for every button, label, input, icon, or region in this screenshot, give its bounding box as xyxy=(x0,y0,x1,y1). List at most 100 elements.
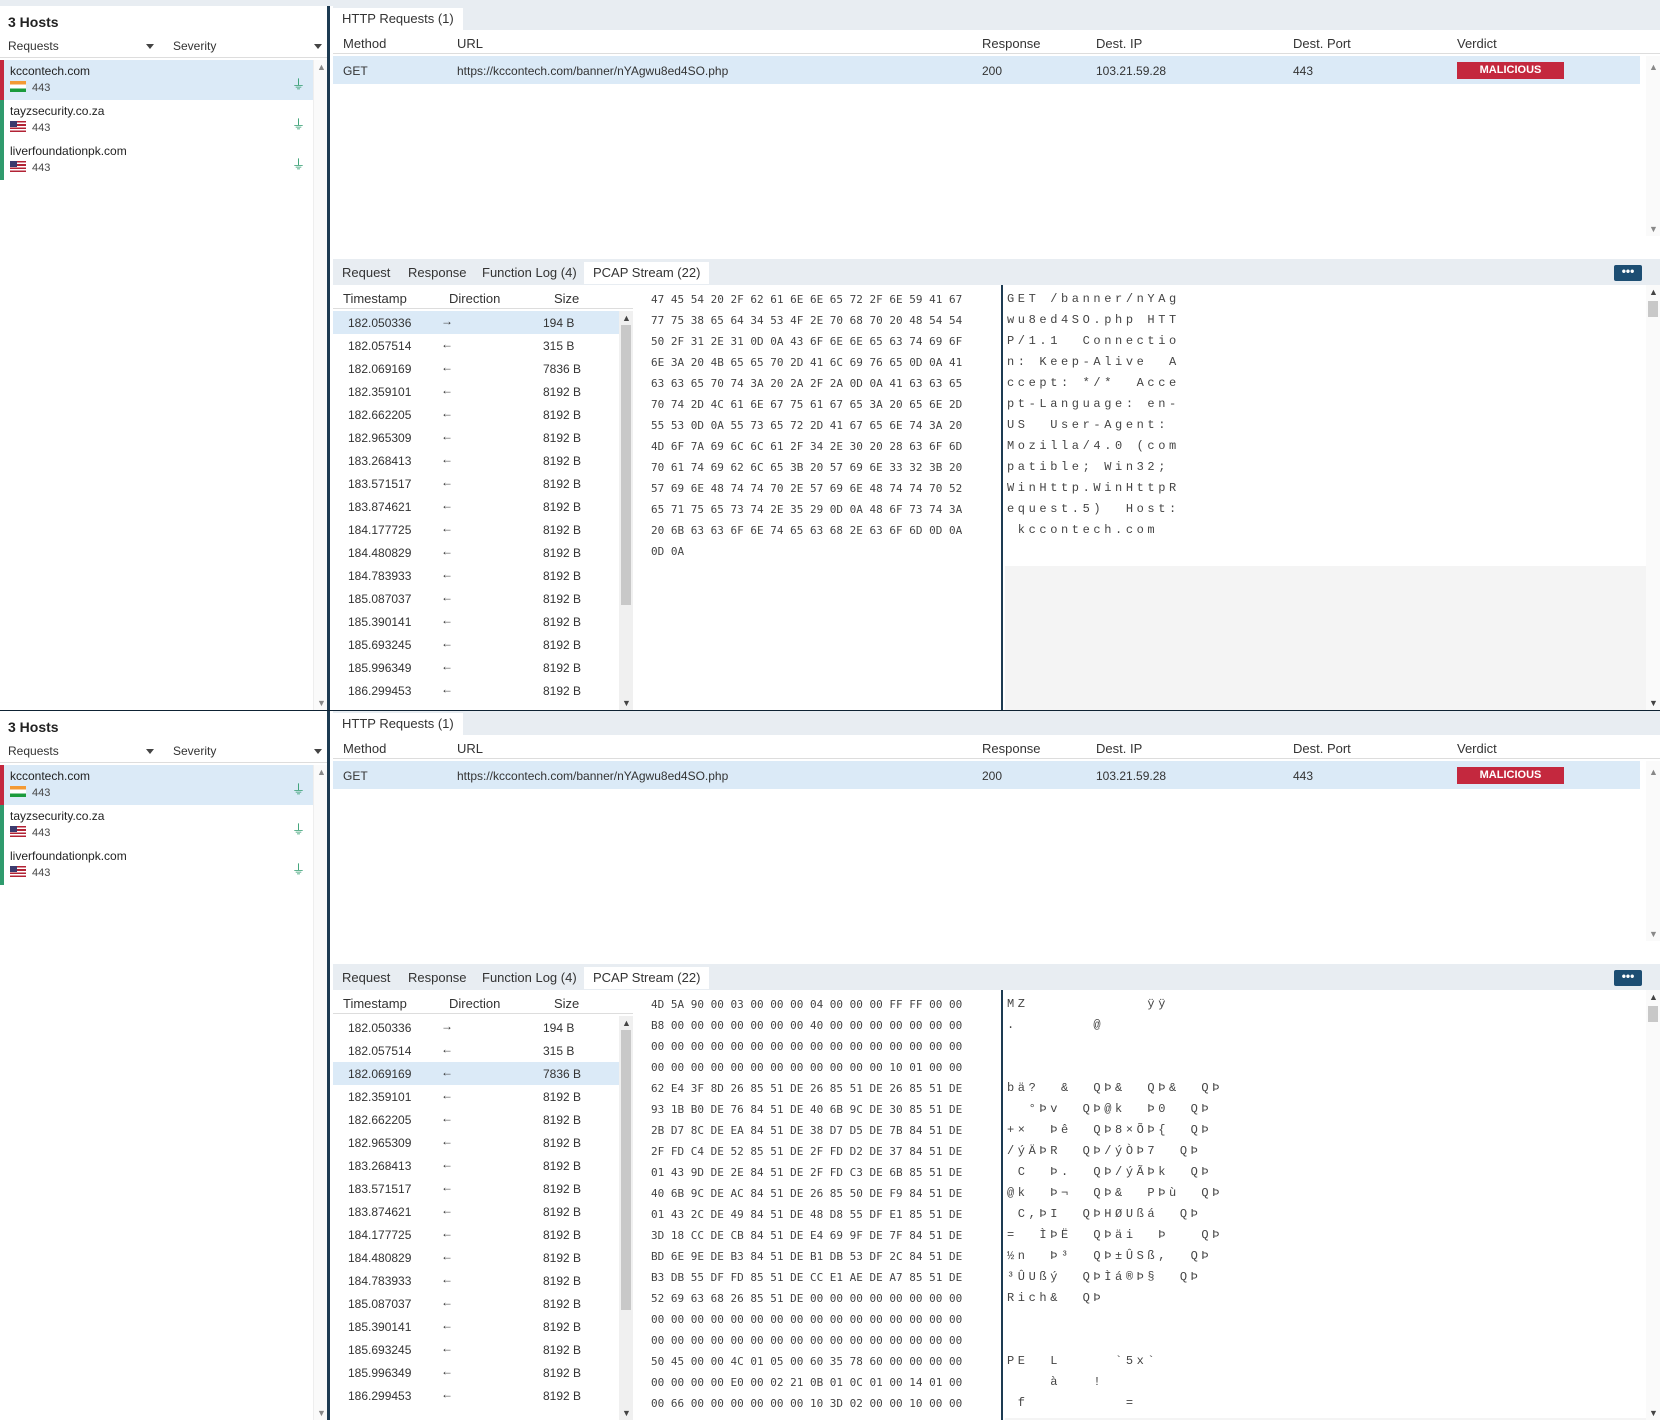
tab-http-requests[interactable]: HTTP Requests (1) xyxy=(333,713,463,735)
table-row[interactable]: 183.571517 ← 8192 B xyxy=(333,1177,619,1200)
scroll-up-icon[interactable]: ▲ xyxy=(317,62,326,72)
hosts-scrollbar[interactable]: ▲ ▼ xyxy=(313,765,327,1420)
table-row[interactable]: 184.783933 ← 8192 B xyxy=(333,1269,619,1292)
requests-filter[interactable]: Requests xyxy=(8,744,158,758)
col-method[interactable]: Method xyxy=(343,36,386,51)
table-row[interactable]: 182.057514 ← 315 B xyxy=(333,1039,619,1062)
table-row[interactable]: 182.662205 ← 8192 B xyxy=(333,403,619,426)
table-row[interactable]: 185.693245 ← 8192 B xyxy=(333,1338,619,1361)
col-direction[interactable]: Direction xyxy=(449,291,500,306)
host-item[interactable]: liverfoundationpk.com 443 ⏚ xyxy=(0,845,313,885)
scroll-up-icon[interactable]: ▲ xyxy=(1649,767,1658,777)
scroll-up-icon[interactable]: ▲ xyxy=(1649,62,1658,72)
table-row[interactable]: 182.057514 ← 315 B xyxy=(333,334,619,357)
col-url[interactable]: URL xyxy=(457,741,483,756)
table-row[interactable]: 184.480829 ← 8192 B xyxy=(333,541,619,564)
table-row[interactable]: 185.390141 ← 8192 B xyxy=(333,1315,619,1338)
table-row[interactable]: 182.069169 ← 7836 B xyxy=(333,1062,619,1085)
scroll-up-icon[interactable]: ▲ xyxy=(317,767,326,777)
table-row[interactable]: GET https://kccontech.com/banner/nYAgwu8… xyxy=(333,56,1640,84)
requests-filter[interactable]: Requests xyxy=(8,39,158,53)
col-dest-port[interactable]: Dest. Port xyxy=(1293,36,1351,51)
table-row[interactable]: 185.996349 ← 8192 B xyxy=(333,1361,619,1384)
scroll-down-icon[interactable]: ▼ xyxy=(317,698,326,708)
col-size[interactable]: Size xyxy=(554,291,579,306)
table-row[interactable]: 184.177725 ← 8192 B xyxy=(333,518,619,541)
col-method[interactable]: Method xyxy=(343,741,386,756)
col-timestamp[interactable]: Timestamp xyxy=(343,996,407,1011)
tab-request[interactable]: Request xyxy=(333,262,399,284)
table-row[interactable]: 182.965309 ← 8192 B xyxy=(333,1131,619,1154)
table-row[interactable]: 183.268413 ← 8192 B xyxy=(333,1154,619,1177)
table-row[interactable]: 182.662205 ← 8192 B xyxy=(333,1108,619,1131)
table-row[interactable]: 182.359101 ← 8192 B xyxy=(333,1085,619,1108)
tab-http-requests[interactable]: HTTP Requests (1) xyxy=(333,8,463,30)
table-row[interactable]: 182.359101 ← 8192 B xyxy=(333,380,619,403)
col-dest-ip[interactable]: Dest. IP xyxy=(1096,741,1142,756)
host-item[interactable]: kccontech.com 443 ⏚ xyxy=(0,765,313,805)
more-options-button[interactable]: ••• xyxy=(1614,265,1642,281)
pcap-scrollbar[interactable]: ▲ ▼ xyxy=(619,311,633,710)
table-row[interactable]: 185.087037 ← 8192 B xyxy=(333,587,619,610)
tab-function-log[interactable]: Function Log (4) xyxy=(473,967,586,989)
col-dest-port[interactable]: Dest. Port xyxy=(1293,741,1351,756)
scroll-thumb[interactable] xyxy=(1648,301,1658,317)
table-row[interactable]: 183.874621 ← 8192 B xyxy=(333,1200,619,1223)
scroll-down-icon[interactable]: ▼ xyxy=(1649,1408,1658,1418)
severity-filter[interactable]: Severity xyxy=(173,39,323,53)
tab-request[interactable]: Request xyxy=(333,967,399,989)
severity-filter[interactable]: Severity xyxy=(173,744,323,758)
col-direction[interactable]: Direction xyxy=(449,996,500,1011)
table-row[interactable]: 186.299453 ← 8192 B xyxy=(333,679,619,702)
table-row[interactable]: 184.783933 ← 8192 B xyxy=(333,564,619,587)
scroll-down-icon[interactable]: ▼ xyxy=(622,1408,631,1418)
table-row[interactable]: 184.177725 ← 8192 B xyxy=(333,1223,619,1246)
table-row[interactable]: 182.069169 ← 7836 B xyxy=(333,357,619,380)
scroll-up-icon[interactable]: ▲ xyxy=(1649,992,1658,1002)
table-row[interactable]: 185.390141 ← 8192 B xyxy=(333,610,619,633)
host-item[interactable]: tayzsecurity.co.za 443 ⏚ xyxy=(0,805,313,845)
col-timestamp[interactable]: Timestamp xyxy=(343,291,407,306)
scroll-up-icon[interactable]: ▲ xyxy=(622,313,631,323)
host-item[interactable]: liverfoundationpk.com 443 ⏚ xyxy=(0,140,313,180)
hex-scrollbar[interactable]: ▲ ▼ xyxy=(1646,285,1660,710)
scroll-down-icon[interactable]: ▼ xyxy=(1649,698,1658,708)
table-row[interactable]: 182.050336 → 194 B xyxy=(333,1016,619,1039)
col-response[interactable]: Response xyxy=(982,36,1041,51)
tab-response[interactable]: Response xyxy=(399,967,476,989)
hex-scrollbar[interactable]: ▲ ▼ xyxy=(1646,990,1660,1420)
scroll-up-icon[interactable]: ▲ xyxy=(1649,287,1658,297)
pcap-scrollbar[interactable]: ▲ ▼ xyxy=(619,1016,633,1420)
tab-pcap-stream[interactable]: PCAP Stream (22) xyxy=(584,967,710,989)
tab-response[interactable]: Response xyxy=(399,262,476,284)
table-row[interactable]: 183.268413 ← 8192 B xyxy=(333,449,619,472)
scroll-up-icon[interactable]: ▲ xyxy=(622,1018,631,1028)
host-item[interactable]: tayzsecurity.co.za 443 ⏚ xyxy=(0,100,313,140)
scroll-down-icon[interactable]: ▼ xyxy=(1649,224,1658,234)
table-row[interactable]: 183.571517 ← 8192 B xyxy=(333,472,619,495)
scroll-down-icon[interactable]: ▼ xyxy=(1649,929,1658,939)
requests-scrollbar[interactable]: ▲ ▼ xyxy=(1646,761,1660,941)
col-dest-ip[interactable]: Dest. IP xyxy=(1096,36,1142,51)
scroll-down-icon[interactable]: ▼ xyxy=(622,698,631,708)
host-item[interactable]: kccontech.com 443 ⏚ xyxy=(0,60,313,100)
table-row[interactable]: 185.693245 ← 8192 B xyxy=(333,633,619,656)
table-row[interactable]: 184.480829 ← 8192 B xyxy=(333,1246,619,1269)
requests-scrollbar[interactable]: ▲ ▼ xyxy=(1646,56,1660,236)
table-row[interactable]: 186.299453 ← 8192 B xyxy=(333,1384,619,1407)
table-row[interactable]: 183.874621 ← 8192 B xyxy=(333,495,619,518)
hosts-scrollbar[interactable]: ▲ ▼ xyxy=(313,60,327,710)
scroll-down-icon[interactable]: ▼ xyxy=(317,1408,326,1418)
scroll-thumb[interactable] xyxy=(621,325,631,605)
col-url[interactable]: URL xyxy=(457,36,483,51)
more-options-button[interactable]: ••• xyxy=(1614,970,1642,986)
table-row[interactable]: 185.996349 ← 8192 B xyxy=(333,656,619,679)
scroll-thumb[interactable] xyxy=(1648,1006,1658,1022)
col-size[interactable]: Size xyxy=(554,996,579,1011)
tab-function-log[interactable]: Function Log (4) xyxy=(473,262,586,284)
table-row[interactable]: GET https://kccontech.com/banner/nYAgwu8… xyxy=(333,761,1640,789)
col-verdict[interactable]: Verdict xyxy=(1457,741,1497,756)
col-verdict[interactable]: Verdict xyxy=(1457,36,1497,51)
table-row[interactable]: 182.050336 → 194 B xyxy=(333,311,619,334)
tab-pcap-stream[interactable]: PCAP Stream (22) xyxy=(584,262,710,284)
